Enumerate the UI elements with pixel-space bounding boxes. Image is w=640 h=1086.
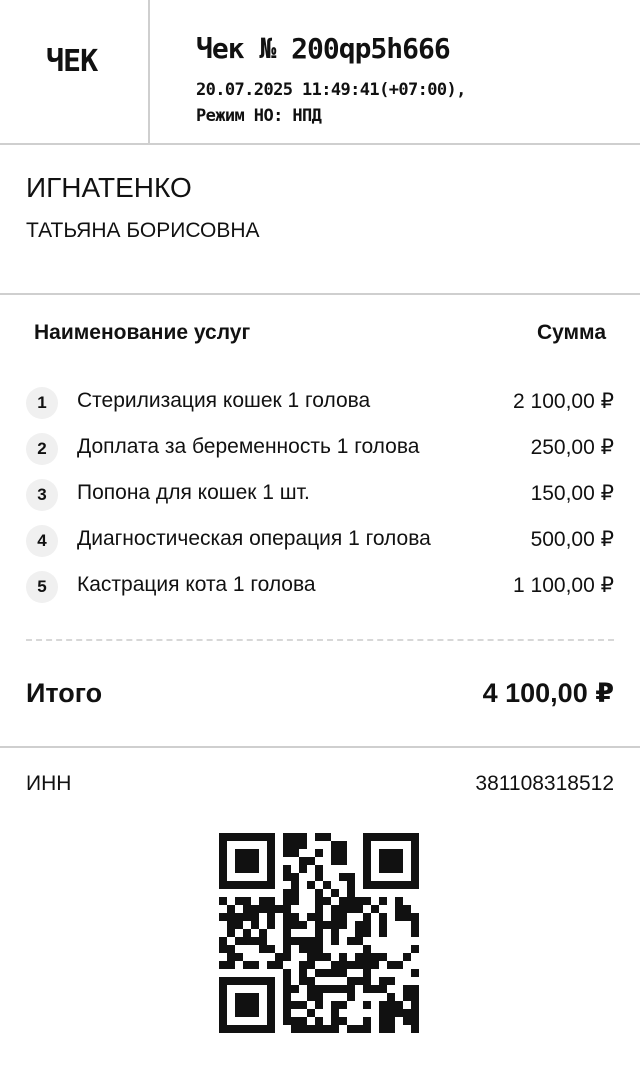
- check-datetime: 20.07.2025 11:49:41(+07:00),: [196, 80, 466, 100]
- total-row: Итого 4 100,00 ₽: [0, 660, 640, 748]
- total-amount: 4 100,00 ₽: [482, 678, 614, 708]
- row-number-badge: 1: [26, 387, 58, 419]
- dashed-divider: [26, 639, 614, 641]
- check-title: Чек № 200qp5h666: [196, 32, 451, 65]
- column-header-services: Наименование услуг: [34, 321, 251, 344]
- row-number-badge: 2: [26, 433, 58, 465]
- service-amount: 150,00 ₽: [530, 482, 614, 505]
- service-amount: 1 100,00 ₽: [513, 574, 614, 597]
- total-label: Итого: [26, 678, 103, 708]
- row-number-badge: 4: [26, 525, 58, 557]
- client-surname: ИГНАТЕНКО: [26, 172, 192, 203]
- inn-value: 381108318512: [475, 772, 614, 795]
- table-row: 3 Попона для кошек 1 шт. 150,00 ₽: [0, 475, 640, 521]
- table-row: 4 Диагностическая операция 1 голова 500,…: [0, 521, 640, 567]
- client-block: ИГНАТЕНКО ТАТЬЯНА БОРИСОВНА: [0, 145, 640, 295]
- service-amount: 500,00 ₽: [530, 528, 614, 551]
- header-left-cell: ЧЕК: [0, 0, 150, 143]
- service-name: Попона для кошек 1 шт.: [77, 481, 310, 504]
- service-name: Стерилизация кошек 1 голова: [77, 389, 371, 412]
- service-amount: 2 100,00 ₽: [513, 390, 614, 413]
- table-row: 2 Доплата за беременность 1 голова 250,0…: [0, 429, 640, 475]
- inn-row: ИНН 381108318512: [0, 748, 640, 818]
- table-row: 5 Кастрация кота 1 голова 1 100,00 ₽: [0, 567, 640, 613]
- client-name: ТАТЬЯНА БОРИСОВНА: [26, 219, 260, 242]
- tax-mode: Режим НО: НПД: [196, 106, 322, 126]
- inn-label: ИНН: [26, 772, 72, 795]
- row-number-badge: 5: [26, 571, 58, 603]
- table-row: 1 Стерилизация кошек 1 голова 2 100,00 ₽: [0, 383, 640, 429]
- service-name: Диагностическая операция 1 голова: [77, 527, 431, 550]
- qr-code-icon: [219, 833, 419, 1033]
- service-amount: 250,00 ₽: [530, 436, 614, 459]
- check-label: ЧЕК: [46, 44, 98, 79]
- row-number-badge: 3: [26, 479, 58, 511]
- service-name: Доплата за беременность 1 голова: [77, 435, 420, 458]
- column-header-sum: Сумма: [536, 321, 606, 344]
- service-name: Кастрация кота 1 голова: [77, 573, 316, 596]
- receipt-header: ЧЕК Чек № 200qp5h666 20.07.2025 11:49:41…: [0, 0, 640, 145]
